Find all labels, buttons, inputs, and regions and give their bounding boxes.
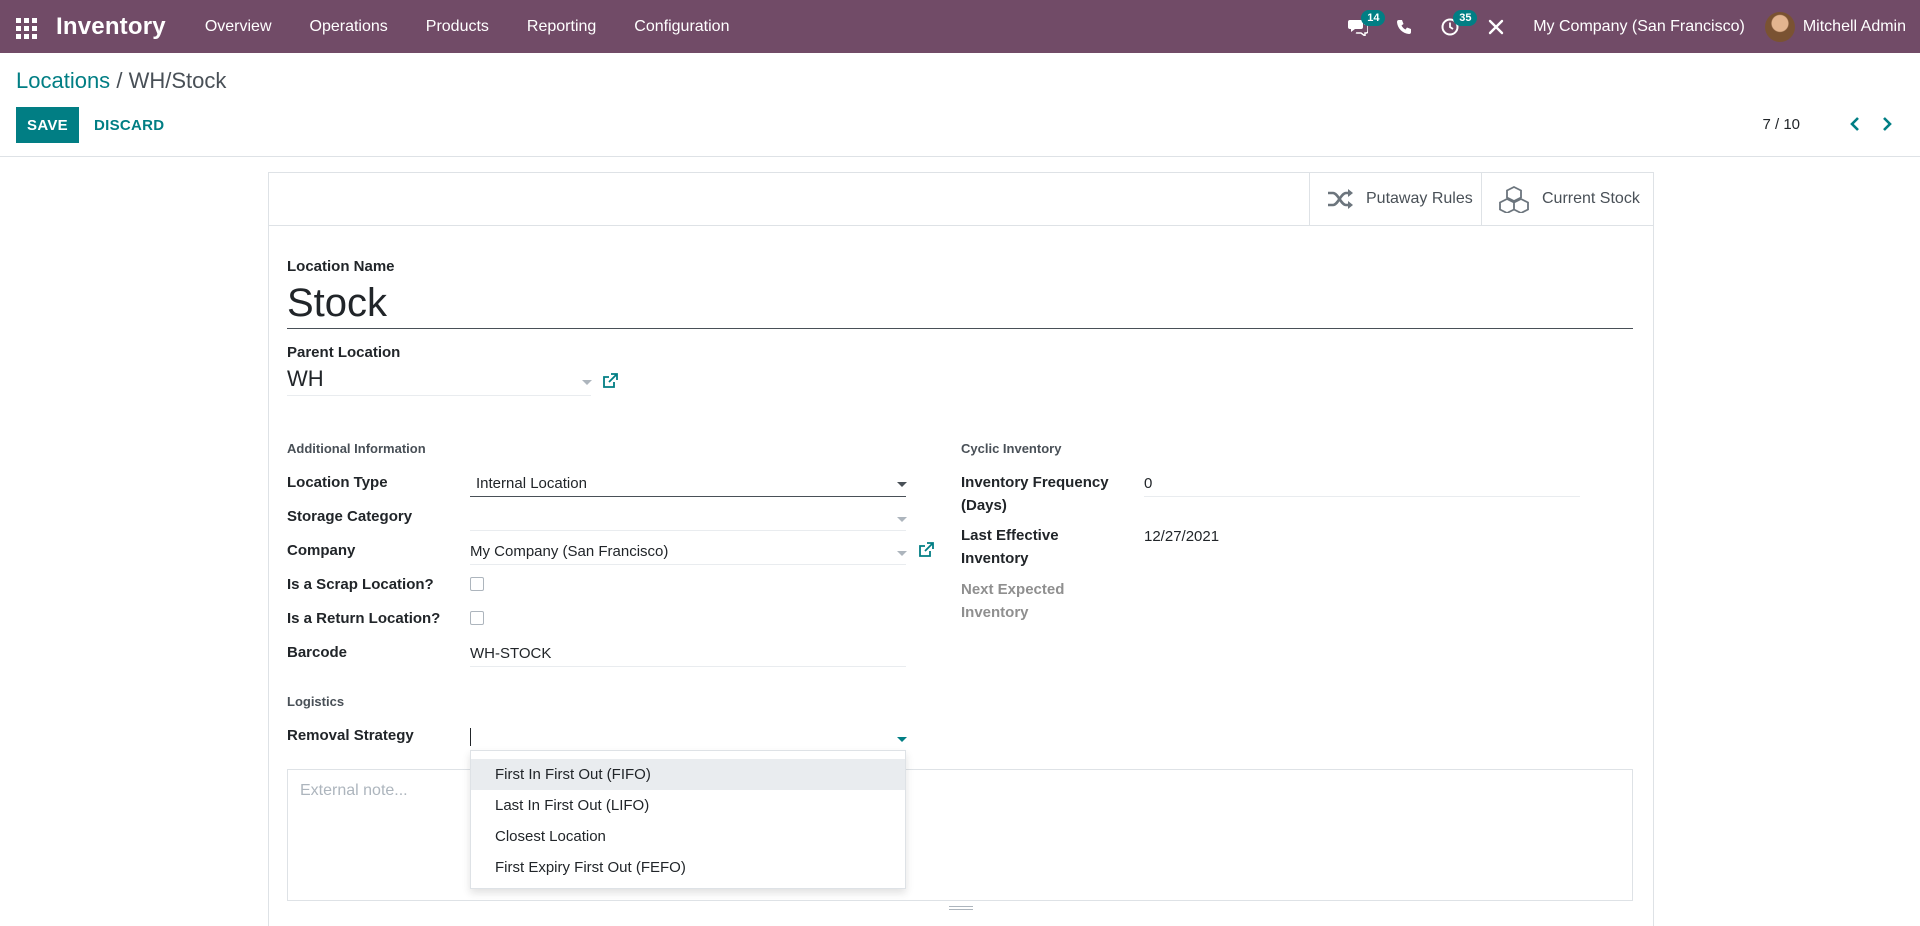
barcode-label: Barcode xyxy=(287,644,348,661)
dropdown-option-fefo[interactable]: First Expiry First Out (FEFO) xyxy=(471,852,905,883)
phone-icon xyxy=(1397,19,1412,34)
storage-category-label: Storage Category xyxy=(287,508,413,525)
location-name-underline xyxy=(287,328,1633,329)
inventory-frequency-input[interactable]: 0 xyxy=(1144,475,1152,492)
company-label: Company xyxy=(287,542,356,559)
next-expected-label-line2: Inventory xyxy=(961,604,1029,621)
activities-button[interactable]: 35 xyxy=(1427,0,1478,53)
breadcrumb: Locations / WH/Stock xyxy=(16,68,226,94)
next-expected-label-line1: Next Expected xyxy=(961,581,1065,598)
shuffle-icon xyxy=(1328,189,1353,209)
last-effective-label-line1: Last Effective xyxy=(961,527,1059,544)
smart-button-box: Putaway Rules Current Stock xyxy=(269,173,1653,226)
inventory-frequency-label-line2: (Days) xyxy=(961,497,1007,514)
control-panel-divider xyxy=(0,156,1920,157)
storage-category-caret[interactable] xyxy=(897,517,907,522)
inventory-frequency-underline xyxy=(1144,496,1580,497)
location-name-label: Location Name xyxy=(287,258,395,275)
menu-configuration[interactable]: Configuration xyxy=(615,18,748,36)
current-stock-label: Current Stock xyxy=(1542,190,1640,207)
current-stock-button[interactable]: Current Stock xyxy=(1481,173,1653,225)
external-note-placeholder: External note... xyxy=(300,782,408,799)
dropdown-option-closest[interactable]: Closest Location xyxy=(471,821,905,852)
return-location-checkbox[interactable] xyxy=(470,611,484,625)
breadcrumb-locations[interactable]: Locations xyxy=(16,68,110,93)
company-underline xyxy=(470,564,906,565)
last-effective-label-line2: Inventory xyxy=(961,550,1029,567)
company-input[interactable]: My Company (San Francisco) xyxy=(470,543,668,560)
removal-strategy-caret[interactable] xyxy=(897,737,907,742)
location-type-label: Location Type xyxy=(287,474,388,491)
chevron-right-icon xyxy=(1883,117,1892,131)
menu-operations[interactable]: Operations xyxy=(291,18,407,36)
tools-icon xyxy=(1489,19,1504,34)
pager-previous-button[interactable] xyxy=(1843,112,1867,136)
resize-handle[interactable] xyxy=(949,906,973,910)
discard-button[interactable]: DISCARD xyxy=(94,107,164,143)
menu-reporting[interactable]: Reporting xyxy=(508,18,615,36)
putaway-rules-label: Putaway Rules xyxy=(1366,190,1473,207)
pager-value[interactable]: 7 / 10 xyxy=(1762,116,1800,133)
company-caret[interactable] xyxy=(897,551,907,556)
breadcrumb-current: WH/Stock xyxy=(128,68,227,93)
parent-location-input[interactable]: WH xyxy=(287,366,324,392)
barcode-underline xyxy=(470,666,906,667)
user-menu[interactable]: Mitchell Admin xyxy=(1764,11,1920,42)
cubes-icon xyxy=(1499,185,1529,213)
location-name-input[interactable]: Stock xyxy=(287,279,387,327)
parent-location-label: Parent Location xyxy=(287,344,401,361)
logistics-title: Logistics xyxy=(287,694,345,709)
save-button[interactable]: SAVE xyxy=(16,107,79,143)
cyclic-inventory-title: Cyclic Inventory xyxy=(961,441,1062,456)
inventory-frequency-label-line1: Inventory Frequency xyxy=(961,474,1109,491)
barcode-input[interactable]: WH-STOCK xyxy=(470,645,551,662)
location-type-underline xyxy=(470,496,906,497)
breadcrumb-separator: / xyxy=(116,68,123,93)
top-navbar: Inventory Overview Operations Products R… xyxy=(0,0,1920,53)
additional-info-title: Additional Information xyxy=(287,441,426,456)
removal-strategy-label: Removal Strategy xyxy=(287,727,414,744)
removal-strategy-input[interactable] xyxy=(470,728,474,746)
parent-location-underline xyxy=(287,395,591,396)
putaway-rules-button[interactable]: Putaway Rules xyxy=(1309,173,1481,225)
app-brand[interactable]: Inventory xyxy=(56,13,166,41)
messages-button[interactable]: 14 xyxy=(1335,0,1386,53)
avatar xyxy=(1764,11,1795,42)
apps-menu-icon[interactable] xyxy=(16,17,38,39)
location-type-select[interactable]: Internal Location xyxy=(476,475,587,492)
phone-button[interactable] xyxy=(1381,0,1427,53)
debug-tools-button[interactable] xyxy=(1473,0,1519,53)
location-type-caret[interactable] xyxy=(897,482,907,487)
company-external-link-icon[interactable] xyxy=(918,542,934,558)
menu-overview[interactable]: Overview xyxy=(186,18,291,36)
parent-location-caret[interactable] xyxy=(582,380,592,385)
menu-products[interactable]: Products xyxy=(407,18,508,36)
chevron-left-icon xyxy=(1850,117,1859,131)
storage-category-underline xyxy=(470,530,906,531)
last-effective-value: 12/27/2021 xyxy=(1144,528,1220,545)
company-switcher[interactable]: My Company (San Francisco) xyxy=(1519,18,1765,36)
user-name: Mitchell Admin xyxy=(1802,17,1906,35)
dropdown-option-fifo[interactable]: First In First Out (FIFO) xyxy=(471,759,905,790)
pager-next-button[interactable] xyxy=(1875,112,1899,136)
return-location-label: Is a Return Location? xyxy=(287,610,441,627)
scrap-location-label: Is a Scrap Location? xyxy=(287,576,434,593)
dropdown-option-lifo[interactable]: Last In First Out (LIFO) xyxy=(471,790,905,821)
external-link-icon[interactable] xyxy=(602,373,618,389)
scrap-location-checkbox[interactable] xyxy=(470,577,484,591)
removal-strategy-dropdown: First In First Out (FIFO) Last In First … xyxy=(470,750,906,889)
